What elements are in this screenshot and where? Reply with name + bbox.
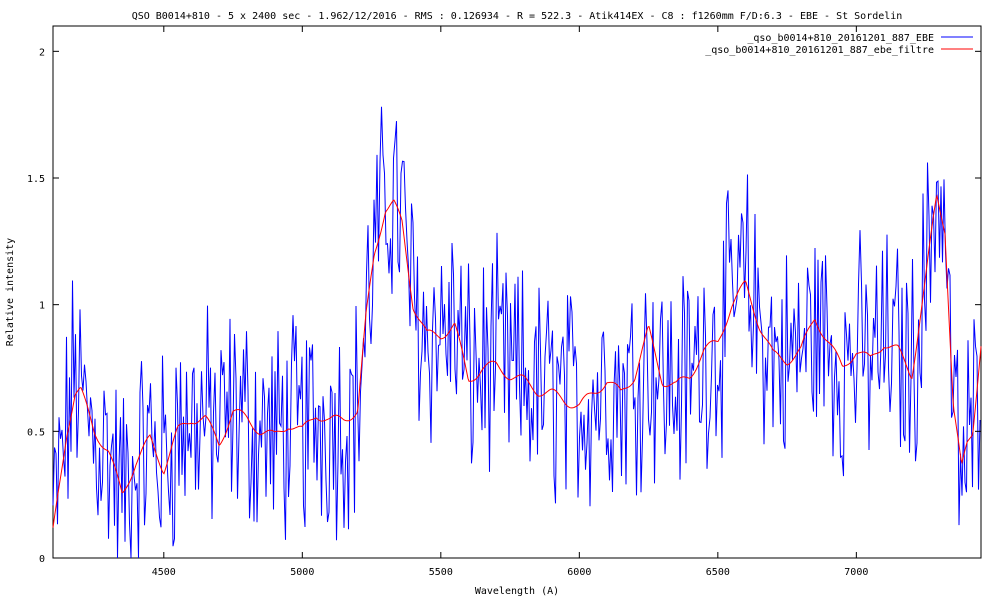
x-tick-label: 7000 [844, 567, 868, 578]
y-tick-label: 1.5 [27, 174, 45, 185]
x-axis-label: Wavelength (A) [475, 586, 559, 597]
y-tick-label: 1 [39, 301, 45, 312]
y-tick-label: 2 [39, 47, 45, 58]
y-tick-label: 0 [39, 554, 45, 565]
series-line-raw-spectrum [52, 106, 981, 559]
x-tick-label: 6000 [567, 567, 591, 578]
x-tick-label: 6500 [706, 567, 730, 578]
legend: _qso_b0014+810_20161201_887_EBE_qso_b001… [705, 33, 973, 56]
x-tick-label: 5000 [290, 567, 314, 578]
legend-label: _qso_b0014+810_20161201_887_ebe_filtre [705, 45, 934, 56]
chart-title: QSO B0014+810 - 5 x 2400 sec - 1.962/12/… [132, 11, 903, 22]
plot-area [52, 106, 982, 559]
x-tick-label: 5500 [429, 567, 453, 578]
spectrum-chart: QSO B0014+810 - 5 x 2400 sec - 1.962/12/… [5, 11, 982, 597]
plot-frame [52, 25, 982, 559]
x-axis: 4500 5000 5500 6000 6500 7000 [152, 26, 868, 578]
y-axis-label: Relative intensity [5, 238, 16, 346]
x-tick-label: 4500 [152, 567, 176, 578]
y-tick-label: 0.5 [27, 427, 45, 438]
legend-label: _qso_b0014+810_20161201_887_EBE [747, 33, 934, 44]
